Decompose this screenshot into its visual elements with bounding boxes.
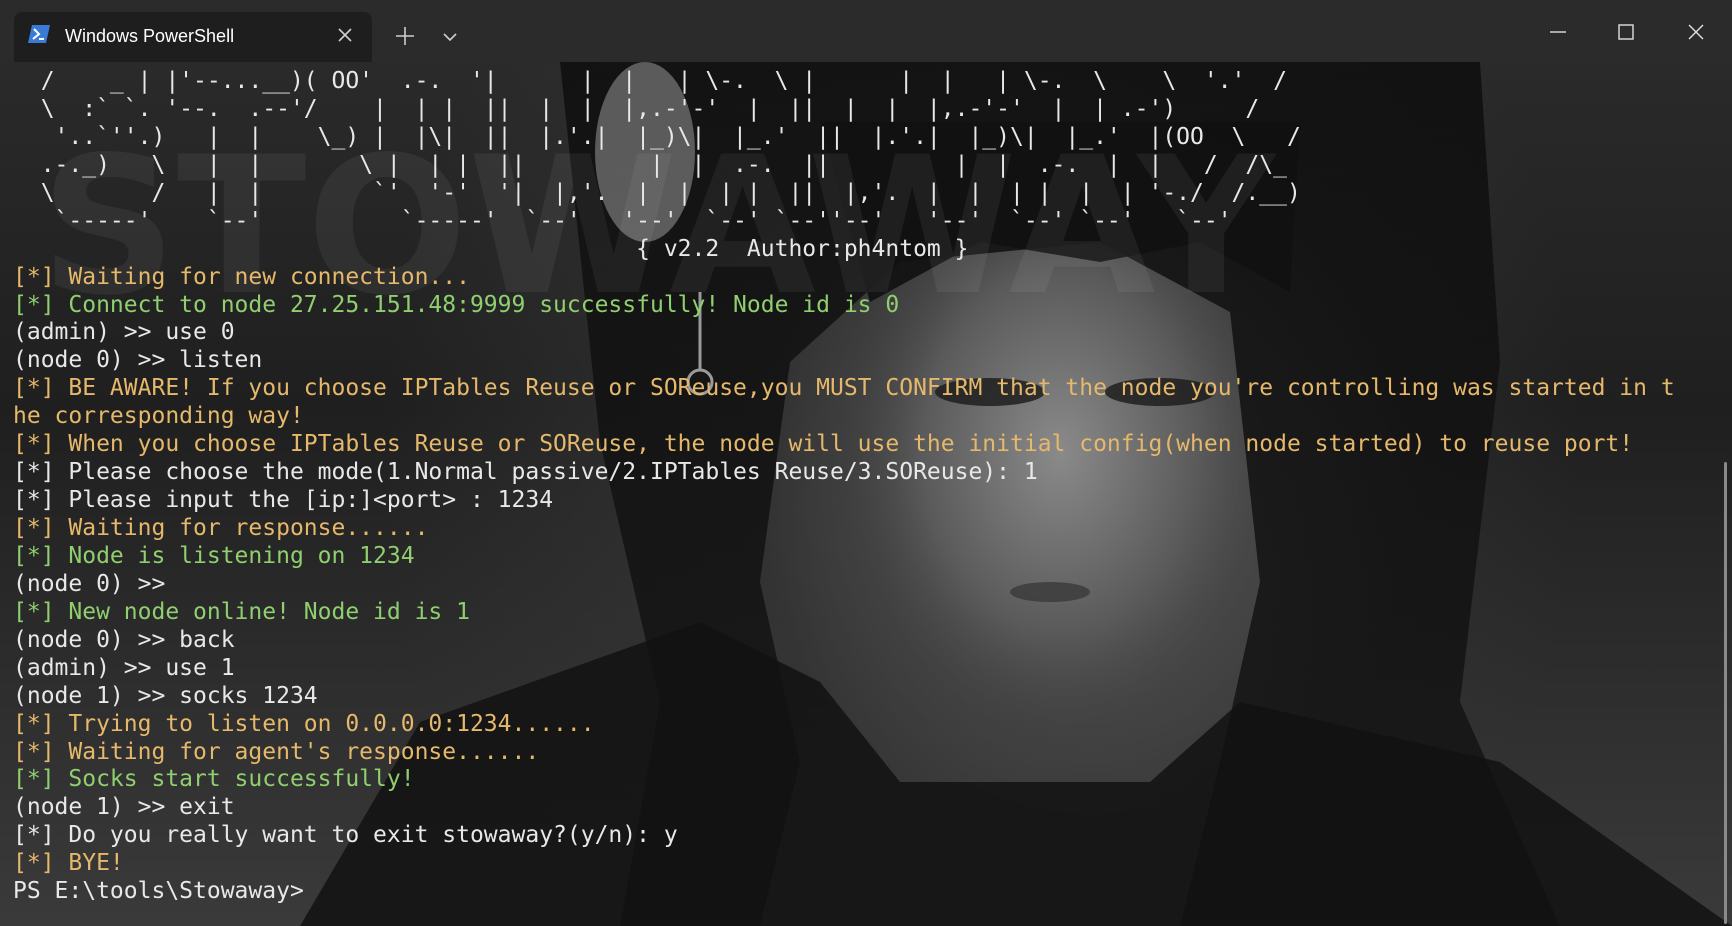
tab-title: Windows PowerShell xyxy=(65,26,235,46)
close-icon[interactable] xyxy=(334,24,356,46)
terminal-line: [*] Trying to listen on 0.0.0.0:1234....… xyxy=(13,710,595,737)
terminal-line: [*] Do you really want to exit stowaway?… xyxy=(13,822,678,849)
terminal-line: (node 1) >> exit xyxy=(13,794,235,821)
terminal-line: [*] Waiting for response...... xyxy=(13,515,429,541)
minimize-icon[interactable] xyxy=(1544,18,1572,46)
terminal-line: / _ | |'--...__)( OO' .-. '| | | | \-. \… xyxy=(13,68,1287,94)
terminal-line: [*] BE AWARE! If you choose IPTables Reu… xyxy=(13,375,1675,402)
tab-windows-powershell[interactable]: Windows PowerShell xyxy=(14,12,372,62)
plus-icon[interactable] xyxy=(393,24,417,48)
terminal-line: he corresponding way! xyxy=(13,403,304,430)
terminal-line: (node 0) >> listen xyxy=(13,347,263,374)
terminal-line: (node 0) >> back xyxy=(13,626,235,653)
terminal-line: [*] Waiting for agent's response...... xyxy=(13,738,540,765)
command-prompt[interactable]: PS E:\tools\Stowaway> xyxy=(13,878,1675,906)
terminal-line: [*] Please choose the mode(1.Normal pass… xyxy=(13,459,1038,486)
terminal-line: \ / | | `' '-' '| |,'. | | | | || |,'. |… xyxy=(13,179,1301,206)
terminal-line: `-----' `--' `-----' `--' '--' `--' `--'… xyxy=(13,207,1232,234)
terminal-output: / _ | |'--...__)( OO' .-. '| | | | \-. \… xyxy=(13,68,1675,906)
maximize-icon[interactable] xyxy=(1612,18,1640,46)
terminal-line: (admin) >> use 0 xyxy=(13,319,235,346)
terminal-line: [*] Node is listening on 1234 xyxy=(13,542,415,569)
title-bar[interactable]: Windows PowerShell xyxy=(0,0,1732,62)
powershell-icon xyxy=(28,25,50,43)
terminal-line: [*] Connect to node 27.25.151.48:9999 su… xyxy=(13,291,900,318)
terminal-pane[interactable]: STOWAWAY / _ | |'--...__)( OO' .-. '| | … xyxy=(0,62,1732,926)
terminal-line: [*] When you choose IPTables Reuse or SO… xyxy=(13,431,1634,458)
terminal-line: (admin) >> use 1 xyxy=(13,654,235,681)
chevron-down-icon[interactable] xyxy=(440,27,460,47)
terminal-line: .-._) \ | | \ | | | || | | .-. || | | .-… xyxy=(13,151,1287,178)
terminal-line: [*] Waiting for new connection... xyxy=(13,263,470,290)
terminal-line: [*] New node online! Node id is 1 xyxy=(13,598,470,625)
scrollbar[interactable] xyxy=(1724,462,1727,924)
terminal-line: [*] Please input the [ip:]<port> : 1234 xyxy=(13,487,554,514)
terminal-line: '..`''.) | | \_) | |\| || |.'.| |_)\| |_… xyxy=(13,123,1301,150)
terminal-line: (node 1) >> socks 1234 xyxy=(13,682,318,709)
powershell-window: Windows PowerShell STOWAWAY / _ | |'--..… xyxy=(0,0,1732,926)
terminal-line: [*] BYE! xyxy=(13,850,124,877)
terminal-line: (node 0) >> xyxy=(13,570,166,597)
version-author-line: { v2.2 Author:ph4ntom } xyxy=(13,235,969,262)
close-icon[interactable] xyxy=(1682,18,1710,46)
terminal-line: \ :` `. '--. .--'/ | | | || | | |,.-'-' … xyxy=(13,95,1260,122)
terminal-line: [*] Socks start successfully! xyxy=(13,766,415,793)
